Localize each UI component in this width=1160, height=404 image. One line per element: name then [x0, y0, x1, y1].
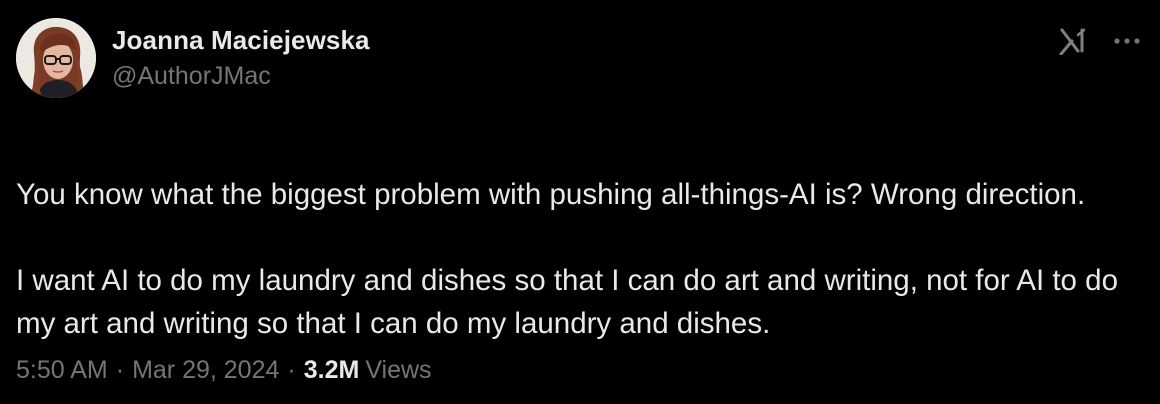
- tweet-text: You know what the biggest problem with p…: [16, 130, 1151, 388]
- tweet-text-line: You know what the biggest problem with p…: [16, 178, 1086, 211]
- author-identity: Joanna Maciejewska @AuthorJMac: [112, 18, 370, 98]
- tweet-timestamp-date[interactable]: Mar 29, 2024: [132, 352, 279, 388]
- views-count: 3.2M: [303, 356, 360, 384]
- author-display-name[interactable]: Joanna Maciejewska: [112, 24, 370, 56]
- views-label: Views: [365, 356, 432, 384]
- tweet-text-line: I want AI to do my laundry and dishes so…: [16, 264, 1118, 340]
- meta-separator: ·: [115, 356, 125, 384]
- grok-icon[interactable]: [1056, 24, 1090, 58]
- profile-photo-icon: [16, 18, 96, 98]
- tweet-card: Joanna Maciejewska @AuthorJMac You know …: [0, 0, 1160, 404]
- tweet-header: Joanna Maciejewska @AuthorJMac: [16, 18, 370, 98]
- author-handle[interactable]: @AuthorJMac: [112, 60, 370, 92]
- avatar[interactable]: [16, 18, 96, 98]
- header-actions: [1056, 24, 1144, 58]
- more-icon[interactable]: [1110, 24, 1144, 58]
- meta-separator: ·: [287, 356, 296, 384]
- tweet-timestamp-time[interactable]: 5:50 AM: [16, 352, 108, 388]
- tweet-meta: 5:50 AM · Mar 29, 2024 · 3.2M Views: [16, 352, 432, 388]
